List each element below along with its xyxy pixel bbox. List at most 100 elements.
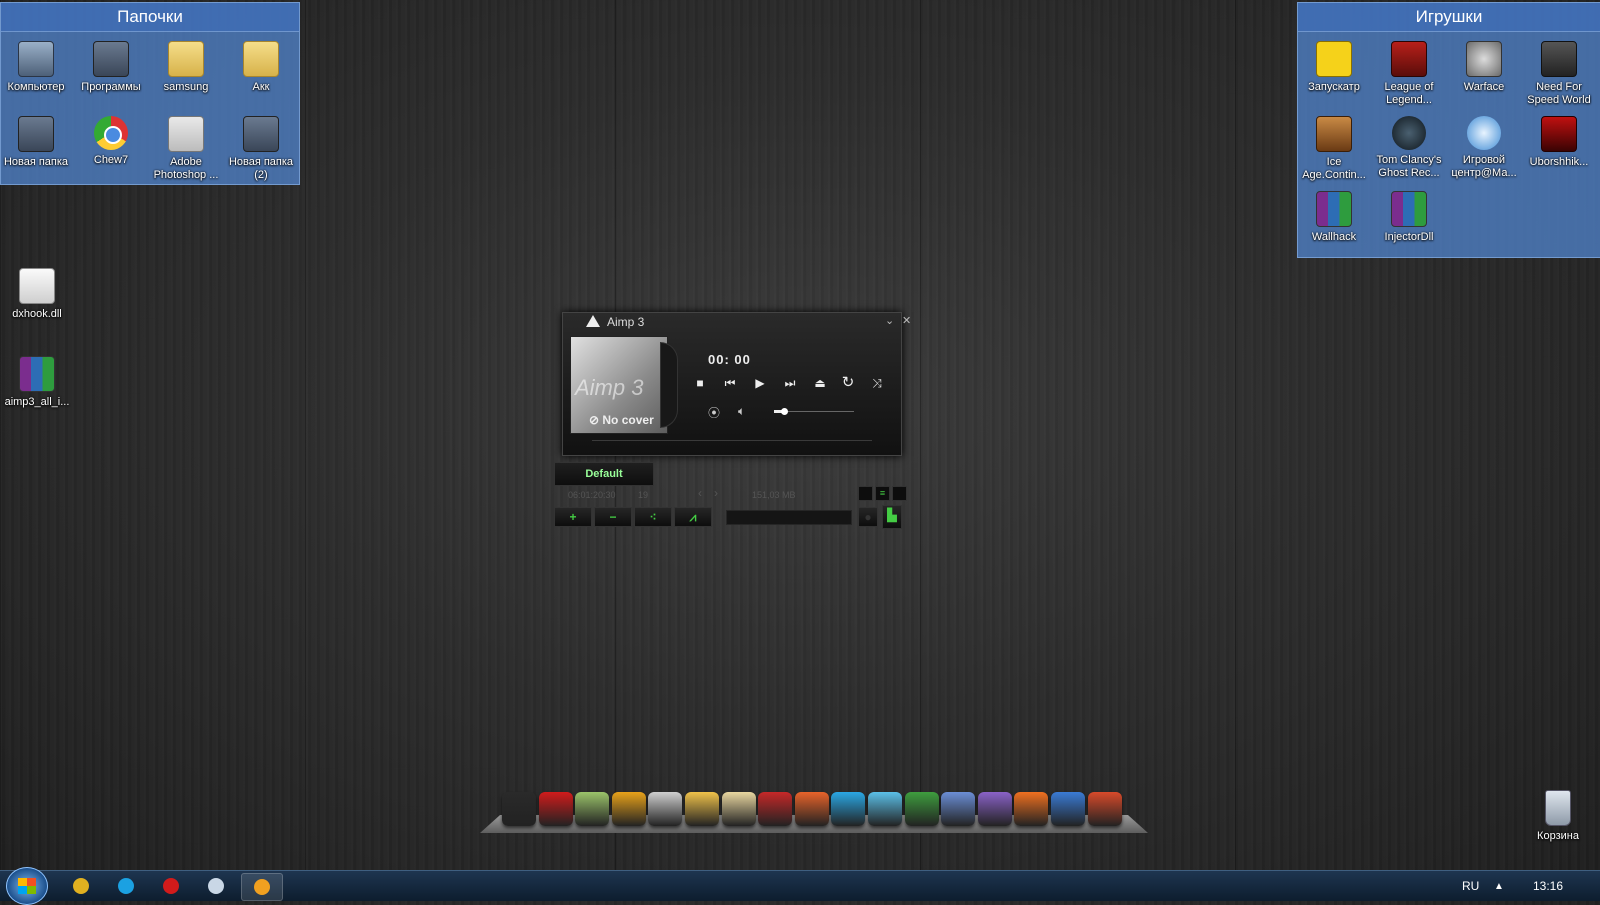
desktop-icon-uborshhik[interactable]: Uborshhik... [1522, 116, 1596, 169]
desktop-icon-photoshop[interactable]: Adobe Photoshop ... [149, 116, 223, 182]
next-playlist-button[interactable]: › [714, 486, 718, 500]
player-title: Aimp 3 [607, 315, 645, 329]
dock [480, 790, 1150, 836]
icon-label: Акк [252, 81, 270, 93]
desktop-icon-programs[interactable]: Программы [74, 41, 148, 94]
play-button[interactable]: ▶ [750, 374, 770, 392]
dock-aimp-icon[interactable] [611, 792, 646, 826]
aimp-logo-icon [586, 315, 600, 327]
icon-label: Новая папка [3, 156, 69, 168]
desktop-icon-game-center[interactable]: Игровой центр@Ма... [1447, 116, 1521, 180]
desktop-icon-injectordll[interactable]: InjectorDll [1372, 191, 1446, 244]
desktop-icon-new-folder[interactable]: Новая папка [0, 116, 73, 169]
dock-printer-icon[interactable] [648, 792, 683, 826]
dock-editor-icon[interactable] [685, 792, 719, 826]
taskbar-aimp-button[interactable] [241, 873, 283, 901]
prev-playlist-button[interactable]: ‹ [698, 486, 702, 500]
winrar-icon [19, 356, 55, 392]
taskbar-opera-button[interactable] [151, 873, 191, 899]
folder-icon [243, 41, 279, 77]
desktop-icon-ice-age[interactable]: Ice Age.Contin... [1297, 116, 1371, 182]
minimize-button[interactable]: ⌄ [885, 314, 894, 327]
dock-chrome-icon[interactable] [941, 792, 976, 826]
fence-folders: Папочки Компьютер Программы samsung Акк … [0, 2, 300, 185]
ice-age-icon [1316, 116, 1352, 152]
taskbar: RU ▲ 13:16 [0, 867, 1600, 905]
desktop-icon-league-of-legends[interactable]: League of Legend... [1372, 41, 1446, 107]
dock-media-player-icon[interactable] [502, 792, 536, 826]
dock-flash-icon[interactable] [1051, 792, 1085, 826]
winrar-icon [1316, 191, 1352, 227]
desktop-icon-akk[interactable]: Акк [224, 41, 298, 94]
options-button[interactable]: ● [858, 507, 878, 527]
language-indicator[interactable]: RU [1462, 879, 1479, 893]
previous-button[interactable]: ⏮ [720, 374, 740, 392]
close-button[interactable]: ✕ [902, 314, 911, 327]
list-view-button[interactable]: ≡ [875, 486, 890, 501]
separator [592, 440, 872, 441]
desktop-icon-samsung[interactable]: samsung [149, 41, 223, 94]
playlist-search[interactable] [726, 510, 852, 525]
taskbar-chrome-button[interactable] [61, 873, 101, 899]
dock-copy-icon[interactable] [868, 792, 902, 826]
start-button[interactable] [6, 867, 48, 905]
icon-label: Wallhack [1311, 231, 1357, 243]
desktop-icon-warface[interactable]: Warface [1447, 41, 1521, 94]
desktop-icon-computer[interactable]: Компьютер [0, 41, 73, 94]
desktop-icon-recycle-bin[interactable]: Корзина [1521, 790, 1595, 843]
volume-slider[interactable] [774, 408, 854, 415]
shuffle-button[interactable]: ⤨ [867, 374, 887, 392]
folder-icon [243, 116, 279, 152]
volume-knob[interactable] [780, 408, 788, 415]
icon-label: Warface [1463, 81, 1505, 93]
desktop-icon-dxhook[interactable]: dxhook.dll [0, 268, 74, 321]
dock-clownfish-icon[interactable] [1014, 792, 1049, 826]
eject-button[interactable]: ⏏ [810, 374, 830, 392]
dock-ccleaner-icon[interactable] [1087, 792, 1122, 826]
remove-button[interactable]: − [594, 507, 632, 527]
desktop-icon-wallhack[interactable]: Wallhack [1297, 191, 1371, 244]
folder-icon [18, 116, 54, 152]
no-cover-text: No cover [602, 413, 654, 427]
tab-default[interactable]: Default [554, 462, 654, 486]
desktop-icon-new-folder-2[interactable]: Новая папка (2) [224, 116, 298, 182]
tray-expand-icon[interactable]: ▲ [1494, 881, 1504, 892]
taskbar-explorer-button[interactable] [196, 873, 236, 899]
icon-label: Программы [81, 81, 141, 93]
dock-skype-icon[interactable] [831, 792, 866, 826]
aimp-player-window: Aimp 3 ⌄ ✕ Aimp 3 ⊘ No cover 00: 00 ■ ⏮ … [554, 312, 912, 530]
icon-label: Игровой центр@Ма... [1451, 154, 1517, 179]
fence-games: Игрушки Запускатр League of Legend... Wa… [1297, 2, 1600, 258]
player-titlebar[interactable]: Aimp 3 ⌄ ✕ [562, 312, 911, 332]
winrar-icon [1391, 191, 1427, 227]
clock[interactable]: 13:16 [1533, 879, 1563, 893]
taskbar-skype-button[interactable] [106, 873, 146, 899]
dock-utorrent-icon[interactable] [904, 792, 939, 826]
desktop-icon-launcher[interactable]: Запускатр [1297, 41, 1371, 94]
dock-opera-icon[interactable] [538, 792, 573, 826]
next-button[interactable]: ⏭ [780, 374, 800, 392]
icon-label: InjectorDll [1384, 231, 1434, 243]
dock-kaspersky-icon[interactable] [794, 792, 829, 826]
radio-icon[interactable]: ⦿ [708, 404, 720, 421]
sort-button[interactable]: ⁖ [634, 507, 672, 527]
grid-view-button[interactable] [892, 486, 907, 501]
filter-button[interactable]: ⩘ [674, 507, 712, 527]
repeat-button[interactable]: ↻ [838, 374, 858, 392]
playlist-count: 19 [638, 490, 649, 500]
desktop-icon-need-for-speed[interactable]: Need For Speed World [1522, 41, 1596, 107]
dock-notes-icon[interactable] [575, 792, 610, 826]
dock-visual-studio-icon[interactable] [977, 792, 1012, 826]
dock-writer-icon[interactable] [721, 792, 756, 826]
desktop-icon-chew7[interactable]: Chew7 [74, 116, 148, 167]
desktop-icon-aimp-installer[interactable]: aimp3_all_i... [0, 356, 74, 409]
view-button[interactable] [858, 486, 873, 501]
dock-paint-icon[interactable] [758, 792, 793, 826]
desktop-icon-ghost-recon[interactable]: Tom Clancy's Ghost Rec... [1372, 116, 1446, 180]
speaker-icon[interactable]: 🔈︎ [738, 404, 745, 419]
recycle-bin-icon [1545, 790, 1571, 826]
stop-button[interactable]: ■ [690, 374, 710, 392]
add-button[interactable]: + [554, 507, 592, 527]
opera-icon [163, 878, 179, 894]
save-playlist-button[interactable]: ▙ [882, 505, 902, 529]
